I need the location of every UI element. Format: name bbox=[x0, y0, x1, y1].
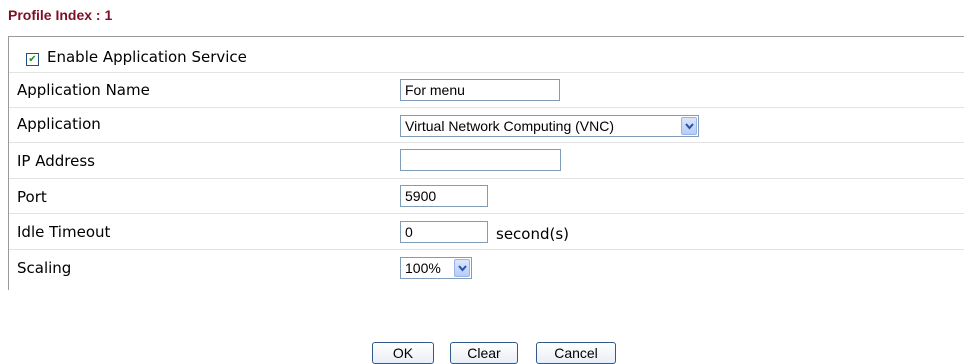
port-label: Port bbox=[17, 188, 47, 206]
ip-address-label: IP Address bbox=[17, 152, 95, 170]
row-divider bbox=[9, 107, 964, 108]
scaling-select[interactable]: 100% bbox=[400, 257, 472, 279]
application-select-value: Virtual Network Computing (VNC) bbox=[405, 118, 615, 134]
chevron-down-icon[interactable] bbox=[681, 117, 697, 135]
scaling-select-value: 100% bbox=[405, 260, 441, 276]
checkmark-icon: ✔ bbox=[28, 54, 37, 65]
idle-timeout-input[interactable]: 0 bbox=[400, 221, 488, 243]
application-select[interactable]: Virtual Network Computing (VNC) bbox=[400, 115, 699, 137]
clear-button[interactable]: Clear bbox=[450, 342, 518, 364]
row-divider bbox=[9, 213, 964, 214]
idle-timeout-unit: second(s) bbox=[496, 225, 570, 243]
enable-application-service-label: Enable Application Service bbox=[47, 48, 247, 66]
chevron-down-icon[interactable] bbox=[454, 259, 470, 277]
row-divider bbox=[9, 142, 964, 143]
ip-address-input[interactable] bbox=[400, 149, 561, 171]
enable-application-service-checkbox[interactable]: ✔ bbox=[26, 53, 39, 66]
cancel-button[interactable]: Cancel bbox=[536, 342, 616, 364]
port-input[interactable]: 5900 bbox=[400, 185, 488, 207]
row-divider bbox=[9, 249, 964, 250]
profile-index-title: Profile Index : 1 bbox=[8, 7, 113, 23]
application-service-form: ✔ Enable Application Service Application… bbox=[8, 36, 964, 290]
ok-button[interactable]: OK bbox=[372, 342, 434, 364]
application-label: Application bbox=[17, 115, 101, 133]
scaling-label: Scaling bbox=[17, 259, 72, 277]
row-divider bbox=[9, 178, 964, 179]
application-name-input[interactable]: For menu bbox=[400, 79, 560, 101]
idle-timeout-label: Idle Timeout bbox=[17, 223, 111, 241]
application-name-label: Application Name bbox=[17, 81, 150, 99]
row-divider bbox=[9, 72, 964, 73]
